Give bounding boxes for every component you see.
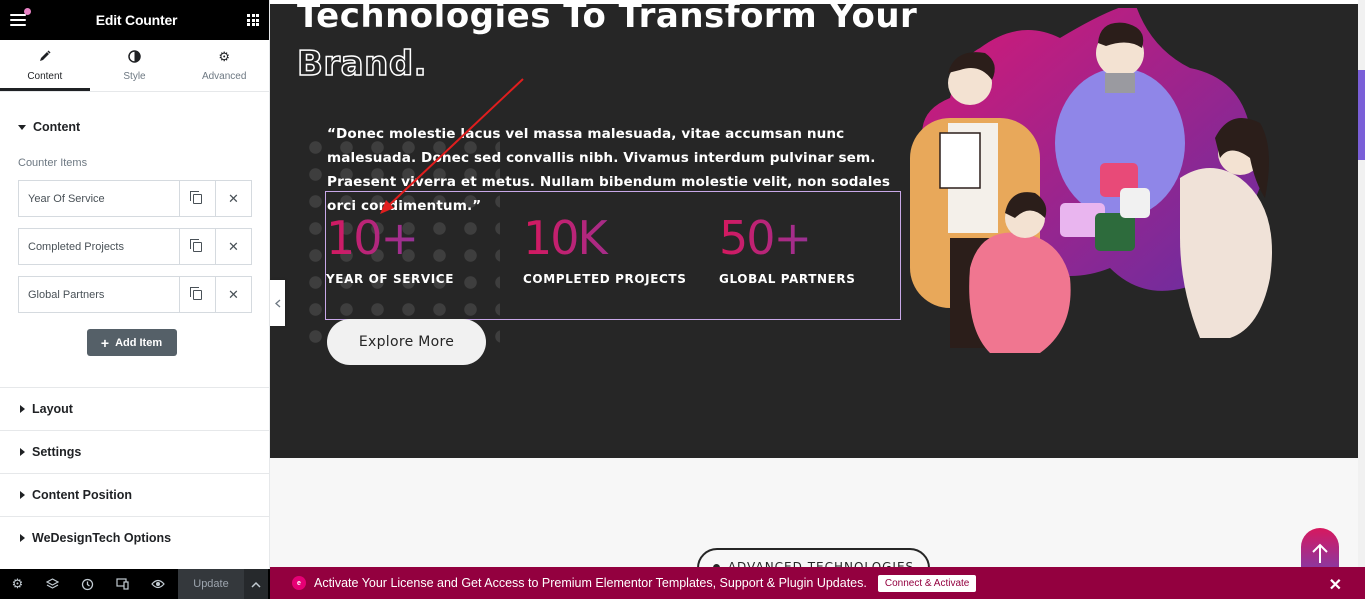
responsive-icon[interactable] (105, 569, 140, 599)
counter-label: YEAR OF SERVICE (326, 272, 455, 286)
preview-canvas: Technologies To Transform Your Brand. “D… (270, 0, 1365, 599)
pencil-icon (39, 49, 51, 64)
tab-style[interactable]: Style (90, 40, 180, 91)
content-section: Content Counter Items Year Of Service ✕ … (0, 92, 269, 356)
tab-advanced-label: Advanced (201, 70, 247, 82)
caret-right-icon (20, 405, 25, 413)
notification-dot (24, 8, 31, 15)
panel-tabs: Content Style ⚙ Advanced (0, 40, 269, 92)
counter-items-label: Counter Items (18, 157, 88, 169)
counter-item: 50+ GLOBAL PARTNERS (719, 210, 856, 286)
history-icon[interactable] (70, 569, 105, 599)
copy-icon (190, 238, 202, 252)
repeater-item-title[interactable]: Completed Projects (19, 229, 179, 264)
repeater-item[interactable]: Global Partners ✕ (18, 276, 252, 313)
repeater-item[interactable]: Completed Projects ✕ (18, 228, 252, 265)
chevron-left-icon (274, 299, 280, 307)
collapse-panel-handle[interactable] (270, 280, 285, 326)
section-wedesigntech-title: WeDesignTech Options (32, 531, 172, 545)
elementor-logo-icon: e (292, 576, 306, 590)
close-icon: ✕ (228, 286, 239, 302)
remove-button[interactable]: ✕ (215, 229, 251, 264)
layers-icon[interactable] (35, 569, 70, 599)
license-notice-bar: e Activate Your License and Get Access t… (270, 567, 1365, 599)
section-layout[interactable]: Layout (0, 387, 270, 430)
duplicate-button[interactable] (179, 277, 215, 312)
settings-gear-icon[interactable]: ⚙ (0, 569, 35, 599)
gear-icon: ⚙ (218, 48, 230, 64)
section-settings-title: Settings (32, 445, 82, 459)
tab-style-label: Style (123, 70, 146, 82)
plus-icon: + (100, 334, 110, 351)
counter-label: COMPLETED PROJECTS (523, 272, 687, 286)
menu-icon[interactable] (10, 14, 26, 26)
repeater-item-title[interactable]: Year Of Service (19, 181, 179, 216)
team-illustration (910, 8, 1272, 353)
half-circle-icon (128, 49, 141, 64)
scrollbar[interactable] (1358, 0, 1365, 599)
hero-title-outline: Brand. (296, 43, 428, 85)
tab-advanced[interactable]: ⚙ Advanced (179, 40, 269, 91)
counter-item: 10K COMPLETED PROJECTS (523, 210, 686, 286)
remove-button[interactable]: ✕ (215, 181, 251, 216)
copy-icon (190, 190, 202, 204)
counter-value: 50+ (719, 210, 856, 266)
panel-header: Edit Counter (0, 0, 269, 40)
close-icon: ✕ (228, 190, 239, 206)
arrow-up-icon (1312, 543, 1328, 563)
section-content-position-title: Content Position (32, 488, 132, 502)
repeater-item-title[interactable]: Global Partners (19, 277, 179, 312)
tab-content[interactable]: Content (0, 40, 90, 91)
duplicate-button[interactable] (179, 181, 215, 216)
counter-value: 10+ (326, 210, 454, 266)
update-button[interactable]: Update (178, 569, 244, 599)
explore-more-button[interactable]: Explore More (327, 319, 486, 365)
caret-right-icon (20, 448, 25, 456)
close-icon[interactable]: ✕ (1329, 575, 1342, 595)
add-item-button[interactable]: + Add Item (86, 329, 177, 356)
app: Edit Counter Content Style ⚙ Advanced Co… (0, 0, 1365, 599)
hero-title: Technologies To Transform Your (297, 0, 918, 36)
connect-activate-button[interactable]: Connect & Activate (877, 574, 977, 592)
counter-label: GLOBAL PARTNERS (719, 272, 856, 286)
content-section-toggle[interactable]: Content (18, 120, 251, 134)
duplicate-button[interactable] (179, 229, 215, 264)
widgets-grid-icon[interactable] (247, 14, 259, 26)
counter-value: 10K (523, 210, 686, 266)
close-icon: ✕ (228, 238, 239, 254)
panel-footer: ⚙ Update (0, 569, 270, 599)
panel-title: Edit Counter (95, 12, 178, 28)
preview-eye-icon[interactable] (140, 569, 175, 599)
section-layout-title: Layout (32, 402, 73, 416)
caret-right-icon (20, 491, 25, 499)
add-item-label: Add Item (115, 336, 163, 349)
tab-content-label: Content (27, 70, 63, 82)
section-settings[interactable]: Settings (0, 430, 270, 473)
remove-button[interactable]: ✕ (215, 277, 251, 312)
section-content-position[interactable]: Content Position (0, 473, 270, 516)
caret-right-icon (20, 534, 25, 542)
caret-down-icon (18, 124, 26, 130)
editor-panel: Edit Counter Content Style ⚙ Advanced Co… (0, 0, 270, 599)
copy-icon (190, 286, 202, 300)
chevron-up-icon[interactable] (244, 569, 268, 599)
counter-item: 10+ YEAR OF SERVICE (326, 210, 454, 286)
counter-widget[interactable]: 10+ YEAR OF SERVICE 10K COMPLETED PROJEC… (325, 191, 901, 320)
content-section-title: Content (33, 120, 81, 134)
scrollbar-thumb[interactable] (1358, 70, 1365, 160)
license-message: Activate Your License and Get Access to … (314, 576, 867, 590)
section-wedesigntech-options[interactable]: WeDesignTech Options (0, 516, 270, 559)
hero-section: Technologies To Transform Your Brand. “D… (270, 0, 1358, 458)
repeater-item[interactable]: Year Of Service ✕ (18, 180, 252, 217)
